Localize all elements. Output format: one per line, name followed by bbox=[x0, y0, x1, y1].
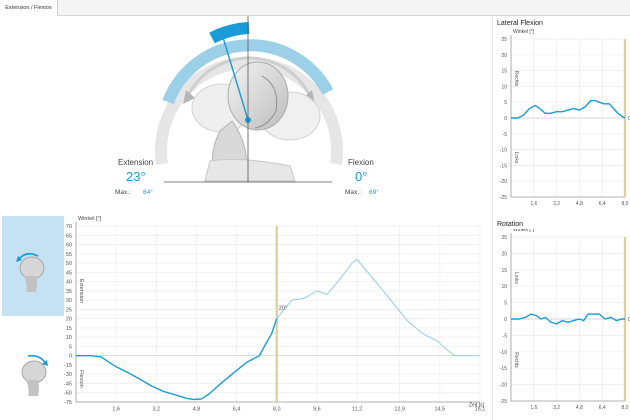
lower-region-label: Flexion bbox=[78, 370, 84, 388]
x-tick-label: 6,4 bbox=[599, 405, 606, 411]
y-tick-label: 0 bbox=[69, 354, 72, 360]
y-tick-label: -5 bbox=[503, 132, 508, 138]
current-value-label: 20° bbox=[279, 306, 287, 312]
flexion-mode-button[interactable] bbox=[2, 316, 64, 416]
y-tick-label: 60 bbox=[66, 243, 72, 249]
y-tick-label: -15 bbox=[64, 363, 72, 369]
y-tick-label: 65 bbox=[66, 233, 72, 239]
upper-region-label: Extension bbox=[78, 279, 84, 303]
reference-series-line bbox=[276, 258, 480, 357]
y-axis-label: Winkel [°] bbox=[513, 29, 535, 35]
y-tick-label: 5 bbox=[69, 344, 72, 350]
x-tick-label: 6,4 bbox=[233, 407, 241, 413]
extension-max-value: 64° bbox=[143, 189, 153, 196]
upper-region-label: Links bbox=[513, 272, 519, 284]
y-tick-label: -25 bbox=[500, 195, 507, 201]
y-tick-label: 50 bbox=[66, 261, 72, 267]
head-gauge-area: Extension 23° Max.: 64° Flexion 0° Max.:… bbox=[0, 16, 492, 212]
x-tick-label: 4,8 bbox=[576, 201, 583, 207]
y-tick-label: -45 bbox=[64, 381, 72, 387]
y-tick-label: 70 bbox=[66, 224, 72, 230]
extension-mode-icon bbox=[16, 252, 45, 292]
recorded-series-line bbox=[511, 99, 626, 119]
y-tick-label: -5 bbox=[503, 333, 508, 339]
y-tick-label: -20 bbox=[500, 179, 507, 185]
y-tick-label: 40 bbox=[66, 280, 72, 286]
x-tick-label: 1,6 bbox=[112, 407, 120, 413]
lower-region-label: Rechts bbox=[513, 352, 519, 368]
extension-label: Extension bbox=[118, 158, 154, 167]
y-tick-label: 25 bbox=[501, 235, 507, 241]
y-tick-label: 15 bbox=[501, 69, 507, 75]
y-tick-label: 0 bbox=[504, 317, 507, 323]
y-tick-label: 20 bbox=[501, 53, 507, 59]
gauge-current-arc bbox=[209, 22, 250, 44]
y-tick-label: -30 bbox=[64, 372, 72, 378]
y-tick-label: 15 bbox=[501, 268, 507, 274]
y-tick-label: 10 bbox=[501, 84, 507, 90]
lateral-flexion-chart: 25 20 15 10 5 0 -5 -10 -15 -20 -25 1,6 3,2 4,8 6,4 8,0 W… bbox=[500, 29, 630, 207]
x-tick-label: 6,4 bbox=[599, 201, 606, 207]
y-tick-label: 5 bbox=[504, 100, 507, 106]
y-tick-label: -60 bbox=[64, 391, 72, 397]
x-tick-label: 9,6 bbox=[313, 407, 321, 413]
rotation-chart: 25 20 15 10 5 0 -5 -10 -15 -20 -25 1,6 3,2 4,8 6,4 8,0 W… bbox=[500, 229, 630, 411]
y-tick-label: 35 bbox=[66, 289, 72, 295]
y-tick-label: 15 bbox=[66, 326, 72, 332]
x-tick-label: 4,8 bbox=[193, 407, 201, 413]
x-tick-label: 8,0 bbox=[273, 407, 281, 413]
x-tick-label: 4,8 bbox=[576, 405, 583, 411]
flexion-label: Flexion bbox=[348, 158, 374, 167]
x-tick-label: 8,0 bbox=[622, 201, 629, 207]
y-tick-label: -15 bbox=[500, 163, 507, 169]
y-tick-label: -15 bbox=[500, 366, 507, 372]
current-time-marker bbox=[275, 226, 278, 402]
y-tick-label: 45 bbox=[66, 270, 72, 276]
recorded-series-line bbox=[76, 318, 278, 401]
y-tick-label: 5 bbox=[504, 301, 507, 307]
x-tick-label: 1,6 bbox=[530, 405, 537, 411]
flexion-value: 0° bbox=[355, 169, 368, 184]
y-tick-label: 10 bbox=[66, 335, 72, 341]
y-axis-label: Winkel [°] bbox=[513, 229, 535, 233]
y-tick-label: -75 bbox=[64, 400, 72, 406]
y-tick-label: 20 bbox=[66, 317, 72, 323]
x-tick-label: 14,5 bbox=[434, 407, 445, 413]
lateral-flexion-title: Lateral Flexion bbox=[497, 20, 543, 27]
y-tick-label: 55 bbox=[66, 252, 72, 258]
x-tick-label: 11,2 bbox=[352, 407, 362, 413]
y-tick-label: -10 bbox=[500, 350, 507, 356]
upper-region-label: Rechts bbox=[513, 71, 519, 87]
y-tick-label: 30 bbox=[66, 298, 72, 304]
y-tick-label: 10 bbox=[501, 284, 507, 290]
x-tick-label: 3,2 bbox=[553, 405, 560, 411]
y-tick-label: -10 bbox=[500, 148, 507, 154]
extension-value: 23° bbox=[126, 169, 146, 184]
y-tick-label: -20 bbox=[500, 383, 507, 389]
extension-mode-button[interactable] bbox=[2, 216, 64, 316]
flexion-max-label: Max.: bbox=[345, 189, 361, 196]
tab-bar: Extension / Flexion bbox=[0, 0, 630, 16]
lower-region-label: Links bbox=[513, 152, 519, 164]
extension-max-label: Max.: bbox=[115, 189, 131, 196]
x-tick-label: 3,2 bbox=[553, 201, 560, 207]
x-tick-label: 3,2 bbox=[152, 407, 160, 413]
y-tick-label: 25 bbox=[501, 37, 507, 43]
extension-flexion-chart: 7065605550454035302520151050-15-30-45-60… bbox=[64, 216, 485, 413]
flexion-mode-icon bbox=[21, 354, 48, 396]
x-axis-label: Zeit [s] bbox=[469, 403, 485, 409]
y-tick-label: 20 bbox=[501, 251, 507, 257]
y-axis-label: Winkel [°] bbox=[78, 216, 102, 222]
y-tick-label: 0 bbox=[504, 116, 507, 122]
tab-extension-flexion[interactable]: Extension / Flexion bbox=[0, 0, 58, 16]
x-tick-label: 12,9 bbox=[394, 407, 405, 413]
x-tick-label: 1,6 bbox=[530, 201, 537, 207]
flexion-max-value: 69° bbox=[369, 189, 379, 196]
x-tick-label: 8,0 bbox=[622, 405, 629, 411]
head-gauge bbox=[155, 16, 343, 183]
y-tick-label: 25 bbox=[66, 307, 72, 313]
rotation-title: Rotation bbox=[497, 221, 524, 228]
y-tick-label: -25 bbox=[500, 399, 507, 405]
